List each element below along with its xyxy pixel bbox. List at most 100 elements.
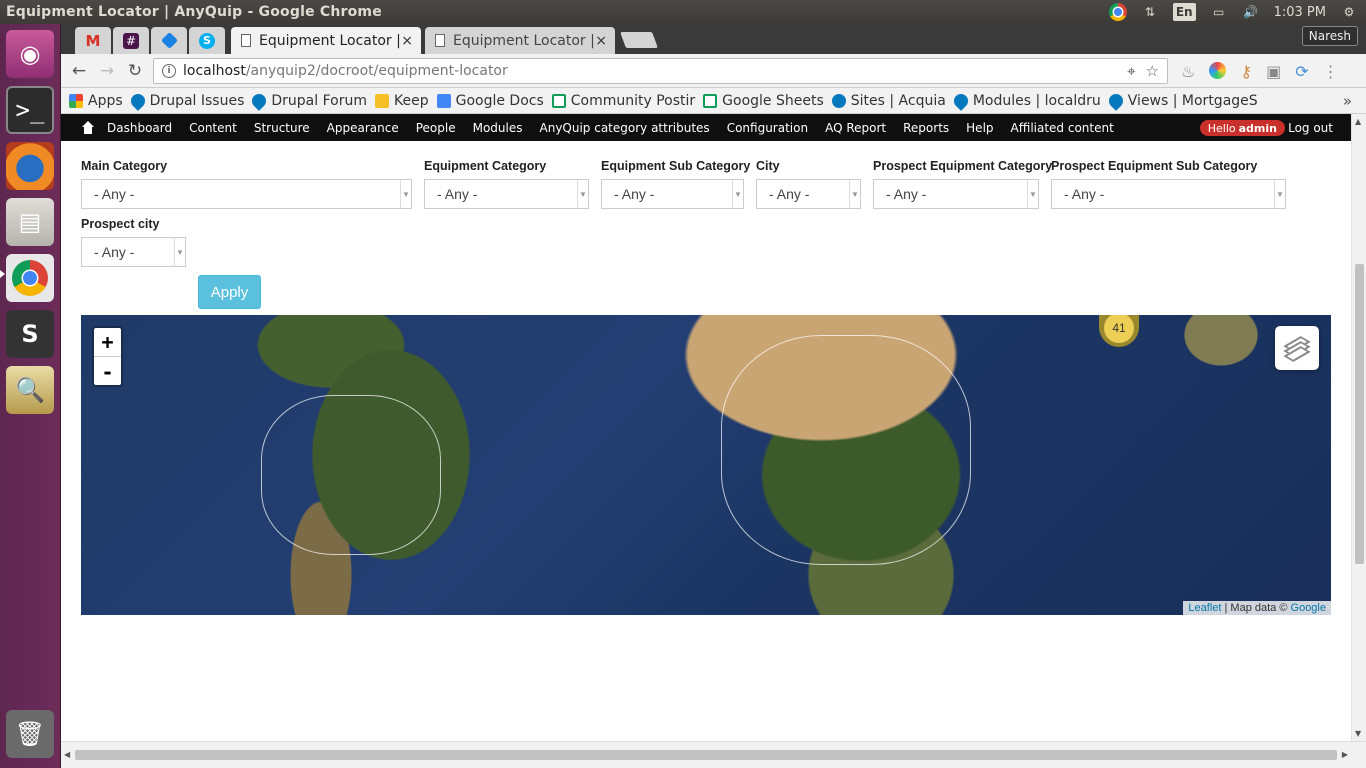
location-icon[interactable]: ⌖ <box>1127 62 1135 80</box>
clock[interactable]: 1:03 PM <box>1274 5 1326 20</box>
admin-toolbar: Dashboard Content Structure Appearance P… <box>61 114 1351 141</box>
filter-label: City <box>756 159 780 173</box>
scroll-right-arrow-icon[interactable]: ▶ <box>1342 750 1348 759</box>
keyboard-language-indicator[interactable]: En <box>1172 3 1196 21</box>
chrome-indicator-icon[interactable] <box>1108 3 1127 21</box>
admin-menu-structure[interactable]: Structure <box>254 121 310 135</box>
admin-menu-configuration[interactable]: Configuration <box>727 121 808 135</box>
admin-menu-people[interactable]: People <box>416 121 456 135</box>
extension-window-icon[interactable]: ▣ <box>1266 62 1281 81</box>
site-info-icon[interactable]: i <box>162 64 176 78</box>
country-borders <box>261 395 441 555</box>
bookmarks-overflow-button[interactable]: » <box>1343 92 1352 110</box>
equipment-category-select[interactable]: - Any - ▼ <box>424 179 589 209</box>
address-bar[interactable]: i localhost /anyquip2/docroot/equipment-… <box>153 58 1168 84</box>
tab-close-icon[interactable]: × <box>595 33 607 49</box>
scrollbar-thumb[interactable] <box>1355 264 1364 564</box>
admin-menu-modules[interactable]: Modules <box>473 121 523 135</box>
admin-menu-appearance[interactable]: Appearance <box>327 121 399 135</box>
bookmark-sites-acquia[interactable]: Sites | Acquia <box>831 93 946 109</box>
marker-cluster[interactable]: 41 <box>1099 315 1139 347</box>
chrome-launcher-icon[interactable] <box>6 254 54 302</box>
bookmark-drupal-forum[interactable]: Drupal Forum <box>249 90 367 111</box>
bookmark-modules-localdrupal[interactable]: Modules | localdru <box>950 90 1101 111</box>
drupal-icon <box>1105 90 1126 111</box>
image-viewer-icon[interactable]: 🔍 <box>6 366 54 414</box>
admin-menu-dashboard[interactable]: Dashboard <box>107 121 172 135</box>
admin-menu-reports[interactable]: Reports <box>903 121 949 135</box>
bookmark-google-sheets[interactable]: Google Sheets <box>703 93 824 109</box>
google-link[interactable]: Google <box>1291 602 1326 614</box>
home-icon[interactable] <box>81 120 95 135</box>
ubuntu-dash-icon[interactable]: ◉ <box>6 30 54 78</box>
tab-skype[interactable]: S <box>189 27 225 54</box>
city-select[interactable]: - Any - ▼ <box>756 179 861 209</box>
volume-icon[interactable]: 🔊 <box>1242 3 1260 21</box>
bookmark-apps[interactable]: Apps <box>69 93 123 109</box>
admin-menu-aq-report[interactable]: AQ Report <box>825 121 886 135</box>
equipment-sub-category-select[interactable]: - Any - ▼ <box>601 179 744 209</box>
back-button[interactable]: ← <box>69 61 89 81</box>
bookmarks-bar: Apps Drupal Issues Drupal Forum Keep Goo… <box>61 88 1366 114</box>
bookmark-views-mortgage[interactable]: Views | MortgageS <box>1105 90 1258 111</box>
bookmark-star-icon[interactable]: ☆ <box>1146 62 1159 80</box>
apps-grid-icon <box>69 93 83 108</box>
battery-icon[interactable]: ▭ <box>1210 3 1228 21</box>
user-greeting-badge[interactable]: Hello admin <box>1199 120 1285 136</box>
zoom-in-button[interactable]: + <box>94 328 121 357</box>
zoom-out-button[interactable]: - <box>94 357 121 386</box>
filter-label: Prospect Equipment Sub Category <box>1051 159 1258 173</box>
filter-prospect-equipment-category: Prospect Equipment Category - Any - ▼ <box>873 159 1052 209</box>
tab-gmail[interactable]: M <box>75 27 111 54</box>
firefox-icon[interactable] <box>6 142 54 190</box>
tab-box[interactable] <box>151 27 187 54</box>
layers-icon <box>1283 336 1311 362</box>
layers-control[interactable] <box>1275 326 1319 370</box>
main-category-select[interactable]: - Any - ▼ <box>81 179 412 209</box>
prospect-equipment-category-select[interactable]: - Any - ▼ <box>873 179 1039 209</box>
tab-close-icon[interactable]: × <box>401 33 413 49</box>
bookmark-community-posting[interactable]: Community Postir <box>551 93 695 109</box>
tab-slack[interactable]: # <box>113 27 149 54</box>
scroll-up-arrow-icon[interactable]: ▲ <box>1355 117 1361 126</box>
extension-sync-icon[interactable]: ⟳ <box>1295 62 1308 81</box>
network-icon[interactable]: ⇅ <box>1141 3 1159 21</box>
reload-button[interactable]: ↻ <box>125 61 145 81</box>
extension-color-icon[interactable] <box>1209 62 1227 79</box>
terminal-icon[interactable]: >_ <box>6 86 54 134</box>
tab-equipment-locator[interactable]: Equipment Locator | × <box>425 27 615 54</box>
acquia-icon <box>831 93 846 108</box>
bookmark-google-docs[interactable]: Google Docs <box>436 93 544 109</box>
new-tab-button[interactable] <box>620 32 658 48</box>
admin-menu-affiliated-content[interactable]: Affiliated content <box>1011 121 1114 135</box>
extension-drupal-icon[interactable]: ♨ <box>1181 62 1195 81</box>
scroll-left-arrow-icon[interactable]: ◀ <box>64 750 70 759</box>
logout-link[interactable]: Log out <box>1288 121 1333 135</box>
filter-label: Equipment Sub Category <box>601 159 751 173</box>
extension-key-icon[interactable]: ⚷ <box>1240 62 1252 81</box>
settings-gear-icon[interactable]: ⚙ <box>1340 3 1358 21</box>
profile-button[interactable]: Naresh <box>1301 26 1358 46</box>
tab-equipment-locator-active[interactable]: Equipment Locator | × <box>231 27 421 54</box>
horizontal-scrollbar[interactable]: ◀ ▶ <box>61 741 1366 768</box>
admin-menu-content[interactable]: Content <box>189 121 237 135</box>
vertical-scrollbar[interactable]: ▲ ▼ <box>1351 114 1366 741</box>
sublime-text-icon[interactable]: S <box>6 310 54 358</box>
admin-menu-anyquip-category-attributes[interactable]: AnyQuip category attributes <box>540 121 710 135</box>
trash-icon[interactable]: 🗑 <box>6 710 54 758</box>
files-icon[interactable]: ▤ <box>6 198 54 246</box>
bookmark-drupal-issues[interactable]: Drupal Issues <box>127 90 244 111</box>
chrome-menu-icon[interactable]: ⋮ <box>1323 62 1339 81</box>
scrollbar-thumb[interactable] <box>75 750 1337 760</box>
zoom-control: + - <box>92 326 123 387</box>
scroll-down-arrow-icon[interactable]: ▼ <box>1355 729 1361 738</box>
leaflet-link[interactable]: Leaflet <box>1188 602 1221 614</box>
forward-button[interactable]: → <box>97 61 117 81</box>
prospect-city-select[interactable]: - Any - ▼ <box>81 237 186 267</box>
equipment-map[interactable]: + - 41 Leaflet | Map data © Google <box>81 315 1331 615</box>
bookmark-keep[interactable]: Keep <box>374 93 429 109</box>
admin-menu-help[interactable]: Help <box>966 121 993 135</box>
prospect-equipment-sub-category-select[interactable]: - Any - ▼ <box>1051 179 1286 209</box>
skype-icon: S <box>199 32 215 49</box>
apply-button[interactable]: Apply <box>198 275 261 309</box>
